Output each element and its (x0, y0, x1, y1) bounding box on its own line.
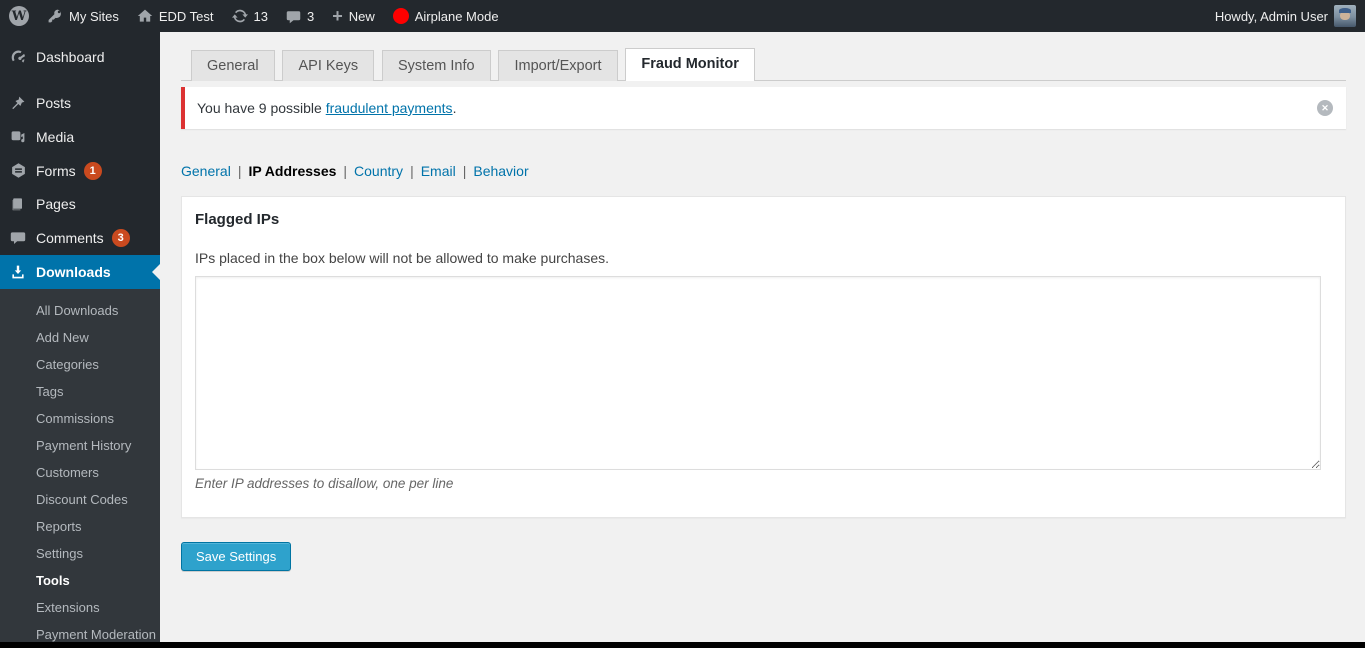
avatar (1334, 5, 1356, 27)
sidebar-item-label: Pages (36, 196, 76, 213)
submenu-item-payment-history[interactable]: Payment History (0, 432, 160, 459)
subnav-link-country[interactable]: Country (354, 163, 403, 179)
subnav-link-ip-addresses[interactable]: IP Addresses (248, 163, 336, 179)
new-label: New (348, 8, 375, 24)
sidebar-item-label: Posts (36, 94, 72, 111)
save-settings-button[interactable]: Save Settings (181, 542, 292, 571)
account-menu[interactable]: Howdy, Admin User (1206, 5, 1365, 27)
sidebar-item-posts[interactable]: Posts (0, 86, 160, 120)
sidebar-item-forms[interactable]: Forms 1 (0, 154, 160, 188)
sidebar-item-label: Forms (36, 162, 76, 179)
sidebar-item-label: Media (36, 128, 75, 145)
panel-description: IPs placed in the box below will not be … (195, 250, 610, 266)
wordpress-logo-menu[interactable]: W (0, 0, 38, 32)
comments-bubble-icon (286, 9, 301, 24)
comments-badge: 3 (111, 229, 130, 248)
site-menu[interactable]: EDD Test (128, 0, 223, 32)
admin-sidebar: Dashboard Posts Media Forms 1 Pages Comm… (0, 32, 160, 648)
tab-fraud-monitor[interactable]: Fraud Monitor (625, 48, 755, 81)
updates-menu[interactable]: 13 (223, 0, 277, 32)
subnav-link-general[interactable]: General (181, 163, 231, 179)
panel-title: Flagged IPs (195, 211, 280, 228)
downloads-submenu: All Downloads Add New Categories Tags Co… (0, 289, 160, 648)
notice-prefix: You have 9 possible (197, 100, 326, 116)
submenu-item-discount-codes[interactable]: Discount Codes (0, 486, 160, 513)
sidebar-item-label: Comments (36, 230, 104, 247)
new-content-menu[interactable]: + New (323, 0, 384, 32)
subnav-separator: | (237, 163, 242, 179)
notice-suffix: . (452, 100, 457, 116)
screen-bottom-strip (0, 642, 1365, 648)
dashboard-icon (8, 48, 28, 65)
sidebar-item-label: Dashboard (36, 48, 105, 65)
subnav-link-email[interactable]: Email (421, 163, 456, 179)
submenu-item-add-new[interactable]: Add New (0, 324, 160, 351)
submenu-item-commissions[interactable]: Commissions (0, 405, 160, 432)
sidebar-item-downloads[interactable]: Downloads (0, 255, 160, 290)
pin-icon (8, 95, 28, 111)
tab-system-info[interactable]: System Info (382, 50, 491, 81)
comments-icon (8, 230, 28, 246)
forms-badge: 1 (83, 161, 102, 180)
fraudulent-payments-link[interactable]: fraudulent payments (326, 100, 453, 116)
download-icon (8, 264, 28, 280)
sidebar-item-label: Downloads (36, 264, 111, 281)
network-key-icon (47, 8, 63, 24)
textarea-hint: Enter IP addresses to disallow, one per … (195, 476, 454, 491)
fraud-notice: You have 9 possible fraudulent payments.… (181, 87, 1346, 129)
my-sites-menu[interactable]: My Sites (38, 0, 128, 32)
tab-general[interactable]: General (191, 50, 275, 81)
plus-icon: + (332, 5, 343, 26)
sidebar-item-media[interactable]: Media (0, 120, 160, 154)
sidebar-item-dashboard[interactable]: Dashboard (0, 40, 160, 74)
airplane-mode-indicator-icon (392, 8, 409, 24)
settings-tab-bar: General API Keys System Info Import/Expo… (181, 48, 1346, 81)
updates-icon (231, 8, 248, 24)
submenu-item-extensions[interactable]: Extensions (0, 594, 160, 621)
fraud-monitor-subnav: General | IP Addresses | Country | Email | Behav… (181, 163, 1346, 179)
comments-menu[interactable]: 3 (277, 0, 323, 32)
airplane-mode-menu[interactable]: Airplane Mode (384, 0, 508, 32)
notice-text: You have 9 possible fraudulent payments. (197, 100, 1301, 116)
submenu-item-customers[interactable]: Customers (0, 459, 160, 486)
main-content: General API Keys System Info Import/Expo… (160, 32, 1365, 648)
howdy-label: Howdy, Admin User (1214, 8, 1328, 24)
comment-count: 3 (306, 8, 315, 24)
subnav-separator: | (462, 163, 467, 179)
update-count: 13 (253, 8, 268, 24)
my-sites-label: My Sites (69, 8, 119, 24)
submenu-item-settings[interactable]: Settings (0, 540, 160, 567)
subnav-link-behavior[interactable]: Behavior (473, 163, 528, 179)
wordpress-logo-icon: W (9, 6, 29, 26)
home-icon (137, 8, 153, 24)
media-icon (8, 129, 28, 145)
sidebar-item-pages[interactable]: Pages (0, 187, 160, 221)
submenu-item-all-downloads[interactable]: All Downloads (0, 297, 160, 324)
submenu-item-reports[interactable]: Reports (0, 513, 160, 540)
flagged-ips-textarea[interactable] (195, 276, 1321, 470)
sidebar-item-comments[interactable]: Comments 3 (0, 221, 160, 255)
submenu-item-tags[interactable]: Tags (0, 378, 160, 405)
submenu-item-tools[interactable]: Tools (0, 567, 160, 594)
flagged-ips-panel: Flagged IPs IPs placed in the box below … (181, 196, 1346, 518)
dismiss-notice-icon[interactable]: ✕ (1317, 100, 1333, 116)
forms-icon (8, 162, 28, 179)
site-name-label: EDD Test (158, 8, 214, 24)
airplane-mode-label: Airplane Mode (414, 8, 499, 24)
submenu-item-categories[interactable]: Categories (0, 351, 160, 378)
subnav-separator: | (343, 163, 348, 179)
tab-api-keys[interactable]: API Keys (282, 50, 375, 81)
pages-icon (8, 196, 28, 212)
tab-import-export[interactable]: Import/Export (498, 50, 618, 81)
subnav-separator: | (410, 163, 414, 179)
admin-bar: W My Sites EDD Test 13 3 + New Airplane … (0, 0, 1365, 32)
